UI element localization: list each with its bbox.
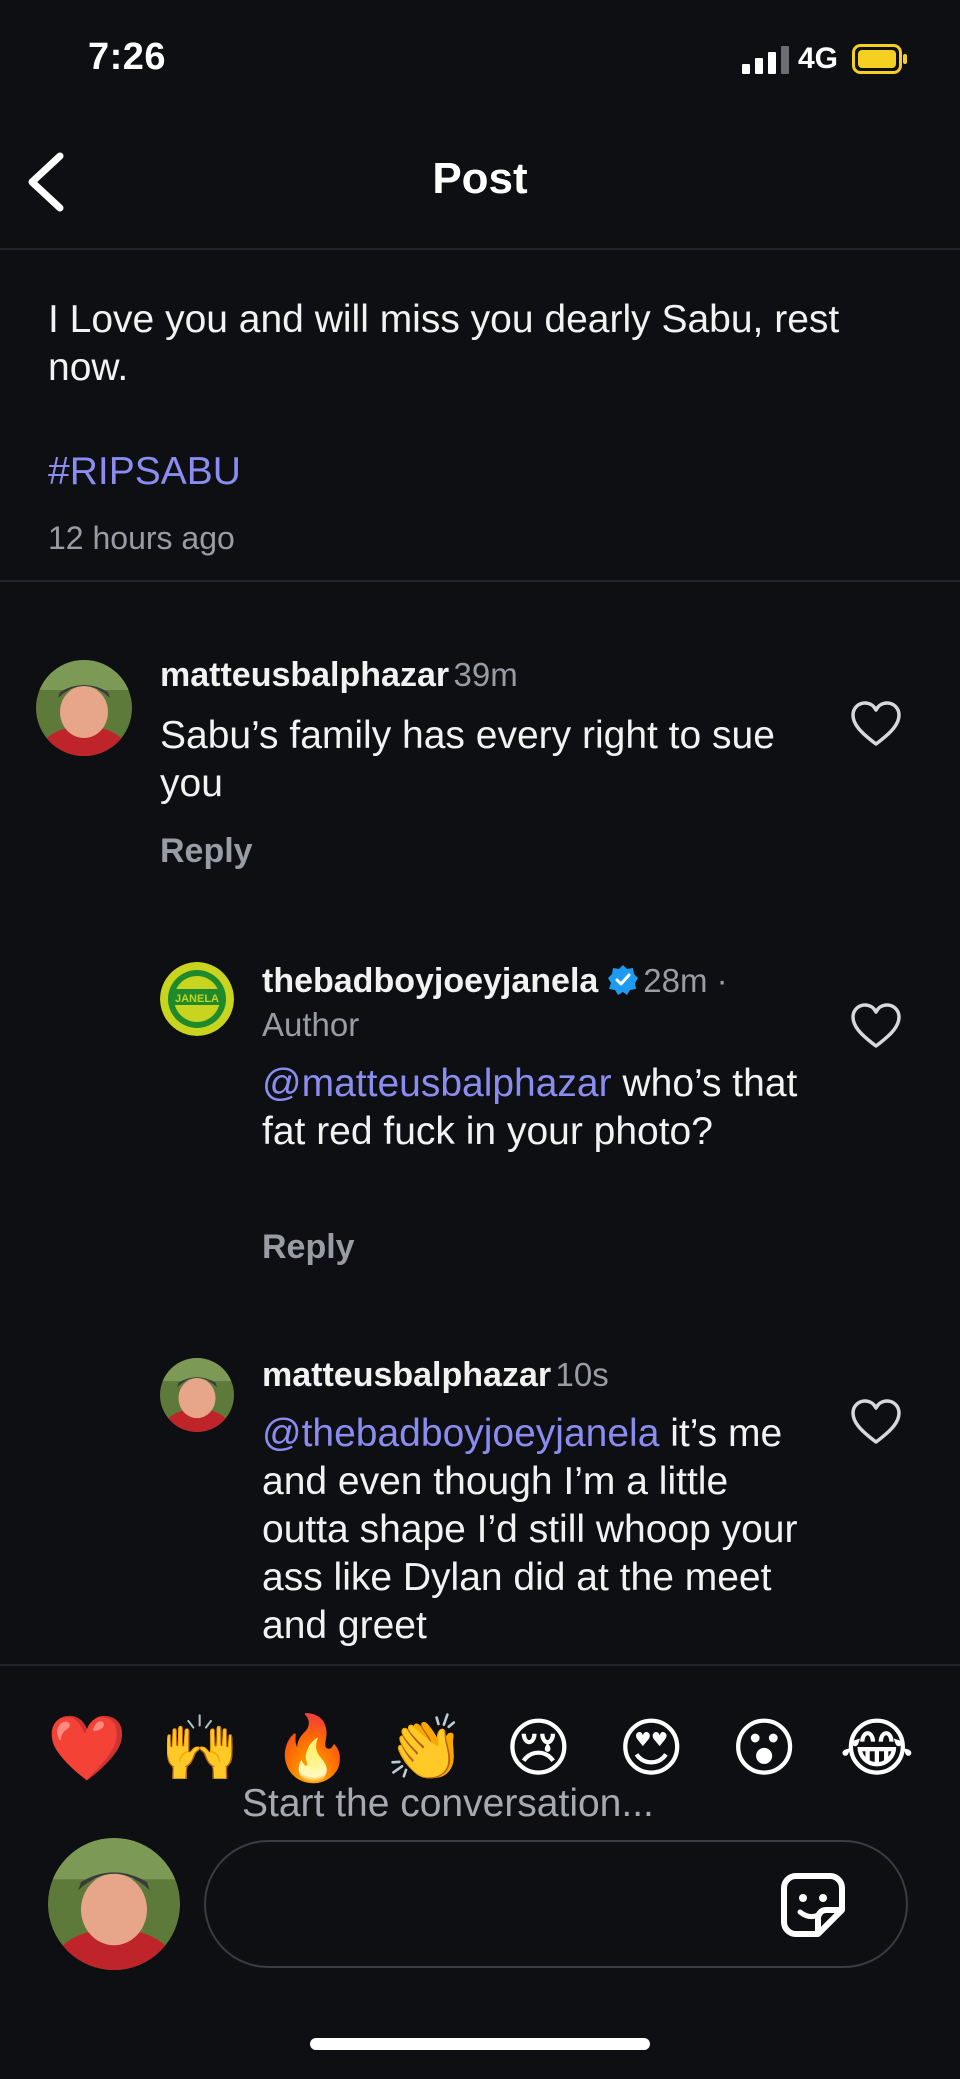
heart-icon[interactable] (850, 700, 902, 748)
heart-icon[interactable] (850, 1002, 902, 1050)
home-indicator[interactable] (310, 2038, 650, 2050)
comment-username[interactable]: matteusbalphazar (262, 1356, 551, 1394)
reaction-clap-emoji[interactable]: 👏 (381, 1712, 471, 1784)
comment-text: Sabu’s family has every right to sue you (160, 714, 775, 805)
reaction-wow-emoji[interactable]: 😮 (719, 1712, 809, 1784)
verified-badge-icon (607, 965, 638, 995)
battery-icon (852, 44, 907, 74)
composer-divider (0, 1664, 960, 1666)
reaction-fire-emoji[interactable]: 🔥 (268, 1712, 358, 1784)
signal-icon (742, 44, 789, 74)
reaction-laugh-emoji[interactable]: 😂 (832, 1712, 922, 1784)
post-text: I Love you and will miss you dearly Sabu… (48, 298, 840, 389)
avatar[interactable] (36, 660, 132, 756)
comment-username[interactable]: matteusbalphazar (160, 656, 449, 694)
reaction-raised-hands-emoji[interactable]: 🙌 (155, 1712, 245, 1784)
user-avatar (48, 1838, 180, 1970)
post-hashtag[interactable]: #RIPSABU (48, 450, 241, 494)
avatar[interactable] (160, 1358, 234, 1432)
comment-mention[interactable]: @matteusbalphazar (262, 1062, 612, 1105)
post-timestamp: 12 hours ago (48, 520, 235, 556)
reaction-heart-eyes-emoji[interactable]: 😍 (606, 1712, 696, 1784)
reaction-bar: ❤️ 🙌 🔥 👏 😢 😍 😮 😂 (42, 1712, 922, 1784)
reaction-cry-emoji[interactable]: 😢 (493, 1712, 583, 1784)
composer-hint: Start the conversation... (242, 1782, 654, 1825)
comment-mention[interactable]: @thebadboyjoeyjanela (262, 1412, 659, 1455)
sticker-icon[interactable] (778, 1870, 848, 1940)
comment-username[interactable]: thebadboyjoeyjanela (262, 962, 598, 1000)
avatar[interactable]: JANELA (160, 962, 234, 1036)
status-time: 7:26 (88, 36, 167, 78)
reply-button[interactable]: Reply (262, 1228, 355, 1267)
heart-icon[interactable] (850, 1398, 902, 1446)
avatar-logo-text: JANELA (175, 993, 219, 1005)
comment-header: thebadboyjoeyjanela 28m · (262, 962, 728, 1001)
comment-header: matteusbalphazar 10s (262, 1356, 609, 1395)
comment-text: @matteusbalphazar who’s that fat red fuc… (262, 1060, 822, 1156)
comment-time: 28m · (643, 962, 728, 999)
author-label: Author (262, 1006, 360, 1043)
network-type: 4G (798, 42, 839, 75)
post-divider (0, 580, 960, 582)
reaction-heart-emoji[interactable]: ❤️ (42, 1712, 132, 1784)
comment-text: @thebadboyjoeyjanela it’s me and even th… (262, 1410, 802, 1650)
comment-time: 10s (555, 1356, 609, 1393)
comment-time: 39m (453, 656, 518, 693)
page-title: Post (432, 154, 528, 203)
comment-header: matteusbalphazar 39m (160, 656, 518, 695)
reply-button[interactable]: Reply (160, 832, 253, 871)
header-divider (0, 248, 960, 250)
